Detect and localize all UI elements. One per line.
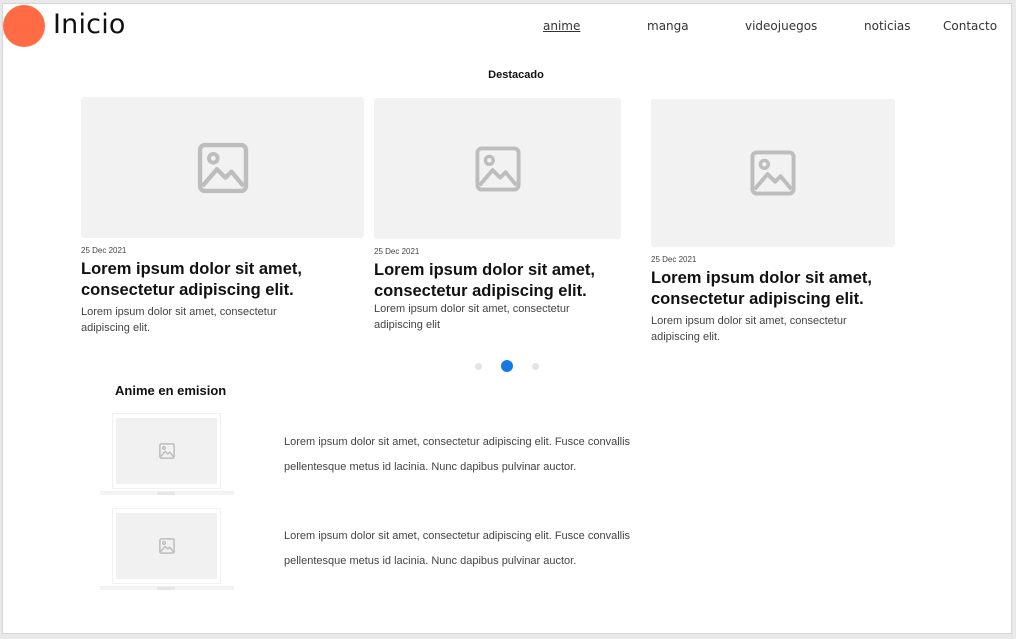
card-title[interactable]: Lorem ipsum dolor sit amet, consectetur … — [374, 260, 621, 302]
card-date: 25 Dec 2021 — [651, 255, 697, 264]
laptop-mockup[interactable] — [100, 508, 234, 590]
featured-heading: Destacado — [488, 69, 544, 81]
laptop-mockup[interactable] — [100, 413, 234, 495]
image-placeholder-icon — [750, 150, 796, 196]
on-air-heading: Anime en emision — [115, 383, 227, 398]
card-date: 25 Dec 2021 — [81, 246, 127, 255]
card-image[interactable] — [374, 98, 621, 239]
card-description: Lorem ipsum dolor sit amet, consectetur … — [651, 315, 847, 343]
laptop-screen — [112, 413, 221, 489]
carousel-indicators — [0, 360, 1016, 372]
featured-card[interactable]: 25 Dec 2021 Lorem ipsum dolor sit amet, … — [374, 98, 621, 333]
featured-card[interactable]: 25 Dec 2021 Lorem ipsum dolor sit amet, … — [81, 97, 364, 336]
card-description: Lorem ipsum dolor sit amet, consectetur … — [81, 306, 277, 334]
card-image[interactable] — [81, 97, 364, 238]
laptop-display — [116, 513, 217, 579]
featured-card[interactable]: 25 Dec 2021 Lorem ipsum dolor sit amet, … — [651, 99, 895, 345]
laptop-screen — [112, 508, 221, 584]
image-placeholder-icon — [158, 538, 175, 554]
laptop-notch — [157, 587, 175, 590]
laptop-notch — [157, 492, 175, 495]
image-placeholder-icon — [197, 142, 248, 193]
on-air-description: Lorem ipsum dolor sit amet, consectetur … — [284, 530, 631, 567]
carousel-dot-active[interactable] — [501, 360, 513, 372]
carousel-dot[interactable] — [532, 362, 539, 370]
nav-item-contacto[interactable]: Contacto — [943, 18, 997, 34]
card-date: 25 Dec 2021 — [374, 247, 420, 256]
nav-item-anime[interactable]: anime — [543, 18, 580, 34]
on-air-description: Lorem ipsum dolor sit amet, consectetur … — [284, 436, 631, 473]
card-title[interactable]: Lorem ipsum dolor sit amet, consectetur … — [651, 268, 895, 310]
card-description: Lorem ipsum dolor sit amet, consectetur … — [374, 303, 570, 331]
nav-item-videojuegos[interactable]: videojuegos — [745, 18, 817, 34]
card-image[interactable] — [651, 99, 895, 247]
image-placeholder-icon — [158, 443, 175, 459]
carousel-dot[interactable] — [475, 362, 482, 370]
card-title[interactable]: Lorem ipsum dolor sit amet, consectetur … — [81, 259, 364, 301]
nav-item-noticias[interactable]: noticias — [864, 18, 911, 34]
brand-title[interactable]: Inicio — [53, 8, 126, 42]
nav-item-manga[interactable]: manga — [647, 18, 689, 34]
laptop-display — [116, 418, 217, 484]
image-placeholder-icon — [474, 145, 521, 192]
logo-circle[interactable] — [3, 5, 45, 47]
